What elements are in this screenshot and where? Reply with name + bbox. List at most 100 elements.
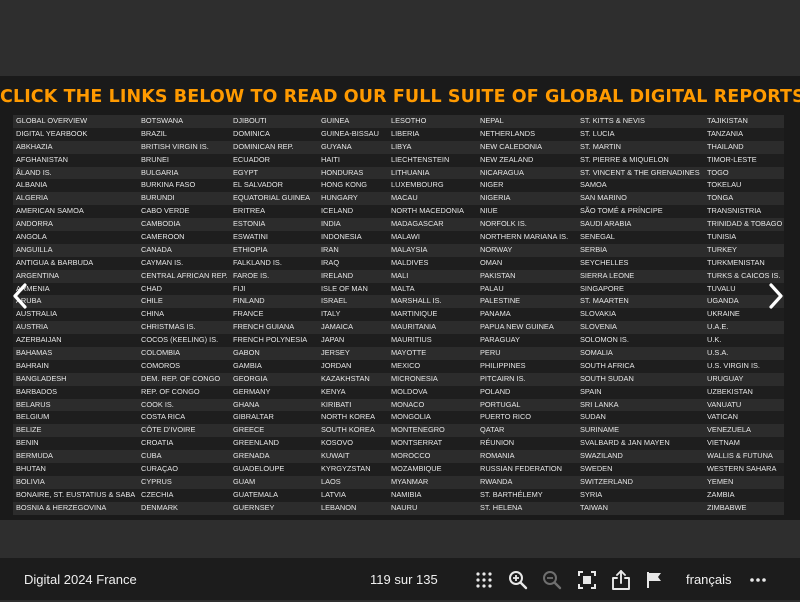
country-report-link[interactable]: HAITI [321, 154, 389, 167]
country-report-link[interactable]: IRELAND [321, 270, 389, 283]
country-report-link[interactable]: RWANDA [480, 476, 578, 489]
country-report-link[interactable]: TRANSNISTRIA [707, 205, 785, 218]
country-report-link[interactable]: HONDURAS [321, 167, 389, 180]
country-report-link[interactable]: NIGER [480, 179, 578, 192]
country-report-link[interactable]: BENIN [16, 437, 140, 450]
country-report-link[interactable]: NEW CALEDONIA [480, 141, 578, 154]
country-report-link[interactable]: SOUTH AFRICA [580, 360, 705, 373]
country-report-link[interactable]: CHRISTMAS IS. [141, 321, 231, 334]
country-report-link[interactable]: ERITREA [233, 205, 319, 218]
country-report-link[interactable]: AMERICAN SAMOA [16, 205, 140, 218]
country-report-link[interactable]: COMOROS [141, 360, 231, 373]
country-report-link[interactable]: KIRIBATI [321, 399, 389, 412]
country-report-link[interactable]: PARAGUAY [480, 334, 578, 347]
country-report-link[interactable]: TURKEY [707, 244, 785, 257]
country-report-link[interactable]: GHANA [233, 399, 319, 412]
language-selector[interactable]: français [686, 558, 732, 602]
country-report-link[interactable]: SVALBARD & JAN MAYEN [580, 437, 705, 450]
country-report-link[interactable]: BURUNDI [141, 192, 231, 205]
country-report-link[interactable]: ETHIOPIA [233, 244, 319, 257]
country-report-link[interactable]: TRINIDAD & TOBAGO [707, 218, 785, 231]
country-report-link[interactable]: MICRONESIA [391, 373, 478, 386]
country-report-link[interactable]: ST. MARTIN [580, 141, 705, 154]
country-report-link[interactable]: U.A.E. [707, 321, 785, 334]
country-report-link[interactable]: CÔTE D'IVOIRE [141, 424, 231, 437]
country-report-link[interactable]: VIETNAM [707, 437, 785, 450]
country-report-link[interactable]: BHUTAN [16, 463, 140, 476]
country-report-link[interactable]: PERU [480, 347, 578, 360]
country-report-link[interactable]: WALLIS & FUTUNA [707, 450, 785, 463]
more-options-button[interactable] [747, 569, 769, 591]
country-report-link[interactable]: NETHERLANDS [480, 128, 578, 141]
country-report-link[interactable]: CABO VERDE [141, 205, 231, 218]
country-report-link[interactable]: IRAQ [321, 257, 389, 270]
country-report-link[interactable]: ARMENIA [16, 283, 140, 296]
country-report-link[interactable]: SAMOA [580, 179, 705, 192]
country-report-link[interactable]: MONACO [391, 399, 478, 412]
country-report-link[interactable]: LESOTHO [391, 115, 478, 128]
country-report-link[interactable]: SOUTH SUDAN [580, 373, 705, 386]
country-report-link[interactable]: DOMINICA [233, 128, 319, 141]
country-report-link[interactable]: MONTENEGRO [391, 424, 478, 437]
country-report-link[interactable]: TIMOR-LESTE [707, 154, 785, 167]
country-report-link[interactable]: CHILE [141, 295, 231, 308]
country-report-link[interactable]: HUNGARY [321, 192, 389, 205]
country-report-link[interactable]: MYANMAR [391, 476, 478, 489]
country-report-link[interactable]: SÃO TOMÉ & PRÍNCIPE [580, 205, 705, 218]
country-report-link[interactable]: NEW ZEALAND [480, 154, 578, 167]
country-report-link[interactable]: GREECE [233, 424, 319, 437]
country-report-link[interactable]: LUXEMBOURG [391, 179, 478, 192]
country-report-link[interactable]: BARBADOS [16, 386, 140, 399]
country-report-link[interactable]: CROATIA [141, 437, 231, 450]
country-report-link[interactable]: COSTA RICA [141, 411, 231, 424]
country-report-link[interactable]: HONG KONG [321, 179, 389, 192]
country-report-link[interactable]: SWITZERLAND [580, 476, 705, 489]
country-report-link[interactable]: SAN MARINO [580, 192, 705, 205]
country-report-link[interactable]: TOGO [707, 167, 785, 180]
country-report-link[interactable]: MALI [391, 270, 478, 283]
country-report-link[interactable]: FRENCH POLYNESIA [233, 334, 319, 347]
country-report-link[interactable]: ESTONIA [233, 218, 319, 231]
country-report-link[interactable]: ANGUILLA [16, 244, 140, 257]
country-report-link[interactable]: BOSNIA & HERZEGOVINA [16, 502, 140, 515]
country-report-link[interactable]: SWEDEN [580, 463, 705, 476]
country-report-link[interactable]: SAUDI ARABIA [580, 218, 705, 231]
country-report-link[interactable]: ÅLAND IS. [16, 167, 140, 180]
country-report-link[interactable]: ANTIGUA & BARBUDA [16, 257, 140, 270]
country-report-link[interactable]: SERBIA [580, 244, 705, 257]
country-report-link[interactable]: DOMINICAN REP. [233, 141, 319, 154]
country-report-link[interactable]: GUINEA-BISSAU [321, 128, 389, 141]
country-report-link[interactable]: MOZAMBIQUE [391, 463, 478, 476]
fit-screen-button[interactable] [576, 569, 598, 591]
country-report-link[interactable]: NAURU [391, 502, 478, 515]
country-report-link[interactable]: TOKELAU [707, 179, 785, 192]
country-report-link[interactable]: KAZAKHSTAN [321, 373, 389, 386]
country-report-link[interactable]: CAMEROON [141, 231, 231, 244]
country-report-link[interactable]: KOSOVO [321, 437, 389, 450]
country-report-link[interactable]: KYRGYZSTAN [321, 463, 389, 476]
country-report-link[interactable]: FINLAND [233, 295, 319, 308]
country-report-link[interactable]: ROMANIA [480, 450, 578, 463]
country-report-link[interactable]: NORFOLK IS. [480, 218, 578, 231]
country-report-link[interactable]: URUGUAY [707, 373, 785, 386]
country-report-link[interactable]: SOUTH KOREA [321, 424, 389, 437]
country-report-link[interactable]: TONGA [707, 192, 785, 205]
country-report-link[interactable]: AUSTRALIA [16, 308, 140, 321]
country-report-link[interactable]: ICELAND [321, 205, 389, 218]
country-report-link[interactable]: DENMARK [141, 502, 231, 515]
country-report-link[interactable]: ZIMBABWE [707, 502, 785, 515]
country-report-link[interactable]: ALBANIA [16, 179, 140, 192]
country-report-link[interactable]: NEPAL [480, 115, 578, 128]
country-report-link[interactable]: VATICAN [707, 411, 785, 424]
country-report-link[interactable]: GREENLAND [233, 437, 319, 450]
previous-slide-button[interactable] [6, 276, 34, 316]
country-report-link[interactable]: TUNISIA [707, 231, 785, 244]
country-report-link[interactable]: IRAN [321, 244, 389, 257]
country-report-link[interactable]: RUSSIAN FEDERATION [480, 463, 578, 476]
country-report-link[interactable]: GUAM [233, 476, 319, 489]
grid-view-button[interactable] [473, 569, 495, 591]
country-report-link[interactable]: LATVIA [321, 489, 389, 502]
share-button[interactable] [610, 569, 632, 591]
country-report-link[interactable]: FALKLAND IS. [233, 257, 319, 270]
country-report-link[interactable]: SOMALIA [580, 347, 705, 360]
